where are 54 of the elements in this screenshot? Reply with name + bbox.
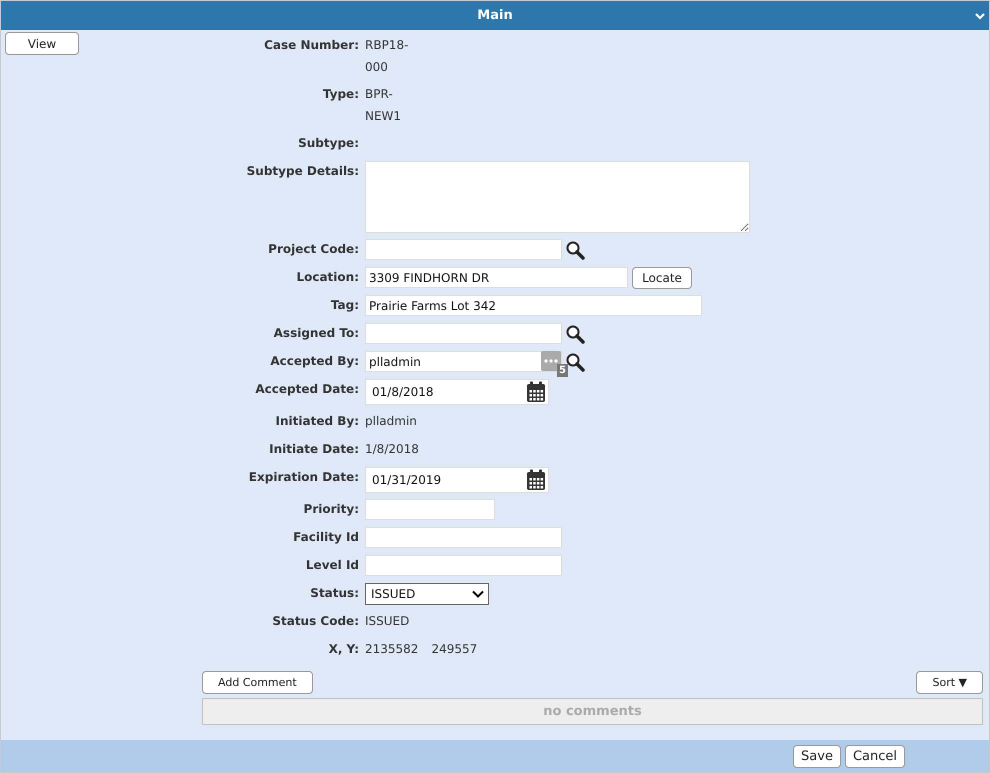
locate-button[interactable]: Locate <box>632 267 692 289</box>
field-label: Facility Id <box>293 530 359 544</box>
details-field[interactable] <box>365 161 750 233</box>
field-label: Project Code: <box>268 242 359 256</box>
field-label: Initiated By: <box>276 414 359 428</box>
date-field[interactable]: 01/31/2019 <box>365 467 549 493</box>
input-field[interactable] <box>365 555 562 576</box>
field-label: Tag: <box>330 298 359 312</box>
input-field[interactable] <box>365 499 495 520</box>
coordinate-value: 2135582 <box>365 641 418 658</box>
date-field[interactable]: 01/8/2018 <box>365 379 549 405</box>
field-label: Status Code: <box>272 614 359 628</box>
more-icon[interactable] <box>541 351 561 371</box>
field-label: Subtype Details: <box>246 164 359 178</box>
field-label: Subtype: <box>298 136 359 150</box>
field-label: Level Id <box>306 558 359 572</box>
input-field[interactable] <box>365 239 562 260</box>
field-label: Initiate Date: <box>269 442 359 456</box>
calendar-icon[interactable] <box>526 381 546 403</box>
field-label: Accepted Date: <box>255 382 359 396</box>
add-comment-button[interactable]: Add Comment <box>202 671 313 694</box>
view-button[interactable]: View <box>5 32 79 55</box>
field-label: X, Y: <box>328 642 359 656</box>
status-dropdown[interactable]: ISSUED <box>365 583 489 605</box>
field-label: Assigned To: <box>274 326 359 340</box>
field-label: Type: <box>322 87 359 101</box>
field-label: Case Number: <box>264 38 359 52</box>
sort-button[interactable]: Sort ▼ <box>916 671 983 694</box>
input-field[interactable]: Prairie Farms Lot 342 <box>365 295 702 316</box>
section-title: Main <box>477 8 513 23</box>
search-icon[interactable] <box>565 324 585 344</box>
footer-button[interactable]: Save <box>793 744 841 768</box>
input-field[interactable]: 3309 FINDHORN DR <box>365 267 628 288</box>
empty-message: no comments <box>543 704 642 719</box>
field-value: plladmin <box>365 413 418 430</box>
field-label: Accepted By: <box>270 354 359 368</box>
field-label: Expiration Date: <box>248 470 359 484</box>
coordinate-value: 249557 <box>431 641 478 658</box>
input-field[interactable] <box>365 527 562 548</box>
calendar-icon[interactable] <box>526 469 546 491</box>
chevron-icon[interactable] <box>975 12 985 20</box>
field-value: ISSUED <box>365 613 410 630</box>
search-icon[interactable] <box>565 240 585 260</box>
footer-button[interactable]: Cancel <box>844 744 905 768</box>
field-value: 1/8/2018 <box>365 441 420 458</box>
field-label: Status: <box>310 586 359 600</box>
field-value: BPR-NEW1 <box>365 86 402 125</box>
field-value: RBP18-000 <box>365 37 410 76</box>
field-label: Location: <box>296 270 359 284</box>
caret-icon <box>472 590 484 598</box>
input-field[interactable] <box>365 323 562 344</box>
count-badge: 5 <box>557 364 568 377</box>
field-label: Priority: <box>304 502 359 516</box>
search-icon[interactable] <box>565 352 585 372</box>
